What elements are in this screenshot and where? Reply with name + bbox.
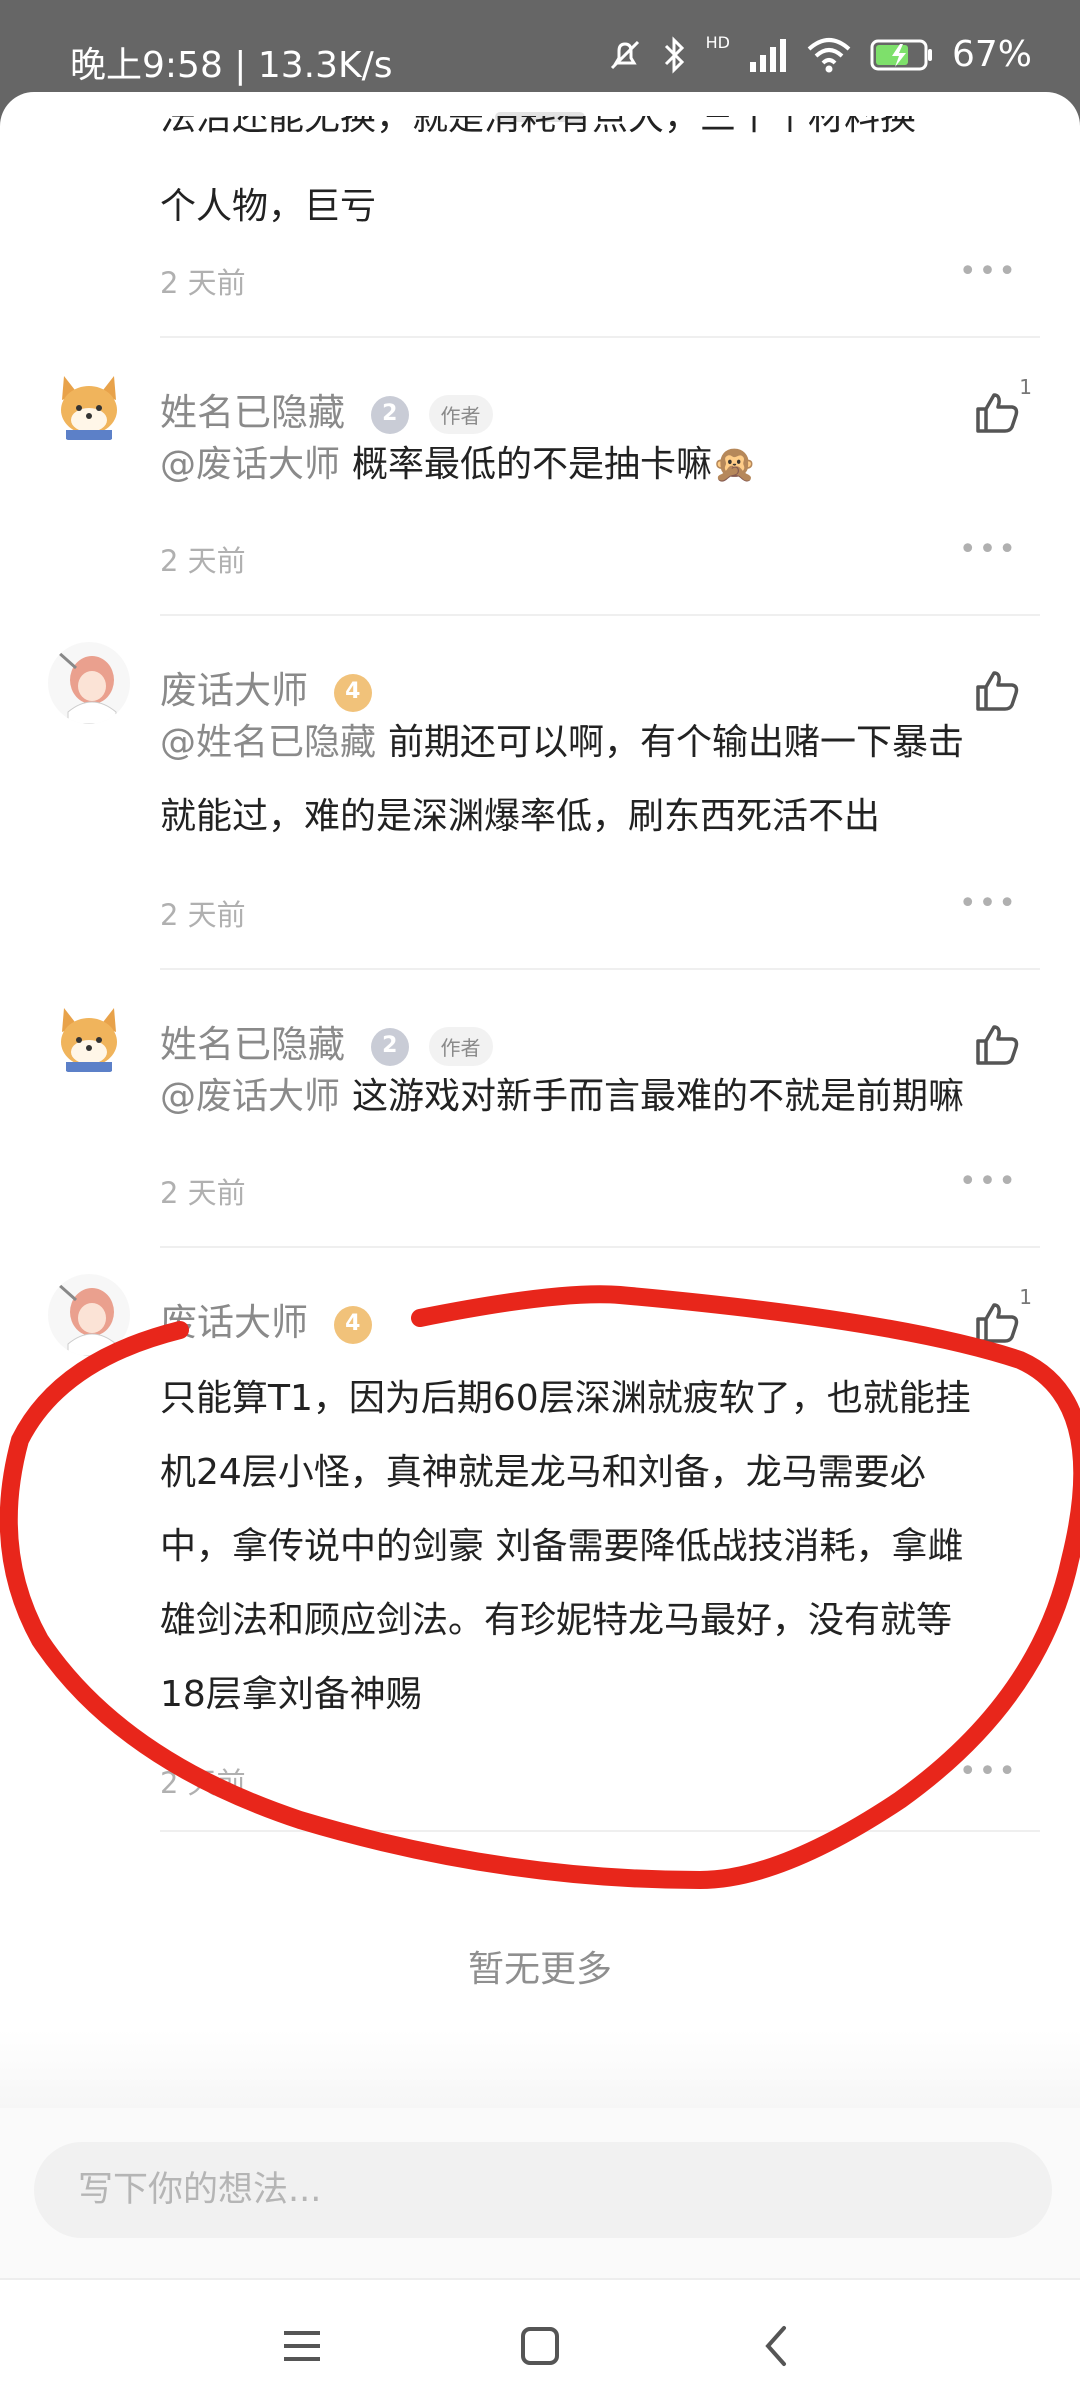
no-more-label: 暂无更多 bbox=[467, 1949, 612, 1990]
level-number: 4 bbox=[345, 1310, 361, 1336]
avatar-girl[interactable] bbox=[48, 1274, 130, 1356]
username-text[interactable]: 废话大师 bbox=[160, 1301, 308, 1344]
bluetooth-icon bbox=[664, 35, 684, 74]
comment-time: 2 天前 bbox=[160, 898, 246, 932]
partial-comment-text: 个人物，巨亏 bbox=[160, 186, 377, 227]
comment-input-bar bbox=[0, 2108, 1080, 2278]
battery-percent: 67% bbox=[951, 34, 1032, 75]
more-options-icon[interactable]: ••• bbox=[959, 886, 1018, 921]
level-number: 2 bbox=[382, 1032, 398, 1058]
system-nav-bar bbox=[0, 2278, 1080, 2402]
mention-link[interactable]: @姓名已隐藏 bbox=[160, 722, 376, 763]
level-badge-icon: 4 bbox=[333, 1305, 372, 1344]
more-options-icon[interactable]: ••• bbox=[959, 532, 1018, 567]
menu-icon[interactable] bbox=[272, 2316, 332, 2376]
comment-text: @废话大师 这游戏对新手而言最难的不就是前期嘛 bbox=[160, 1060, 1040, 1134]
avatar-girl[interactable] bbox=[48, 642, 130, 724]
comment-text: 只能算T1，因为后期60层深渊就疲软了，也就能挂 机24层小怪，真神就是龙马和刘… bbox=[160, 1362, 1040, 1732]
comment-body: 概率最低的不是抽卡嘛🙊 bbox=[352, 444, 757, 485]
status-icons: HD 67% bbox=[606, 33, 1032, 75]
mute-bell-icon bbox=[610, 40, 639, 69]
divider bbox=[160, 1246, 1040, 1248]
signal-icon bbox=[749, 38, 786, 72]
comment-input[interactable] bbox=[34, 2142, 1052, 2238]
shiba-avatar-icon bbox=[48, 996, 130, 1078]
comment-time: 2 天前 bbox=[160, 1176, 246, 1210]
comment-time: 2 天前 bbox=[160, 1766, 246, 1800]
comment-body: 这游戏对新手而言最难的不就是前期嘛 bbox=[352, 1076, 965, 1117]
comment-body-line: 只能算T1，因为后期60层深渊就疲软了，也就能挂 bbox=[160, 1378, 971, 1419]
wifi-icon bbox=[807, 37, 851, 72]
divider bbox=[160, 614, 1040, 616]
battery-icon bbox=[870, 39, 932, 70]
more-options-icon[interactable]: ••• bbox=[959, 1164, 1018, 1199]
like-count: 1 bbox=[1019, 375, 1032, 399]
comment-username[interactable]: 废话大师 4 bbox=[160, 1292, 372, 1346]
comment-body-line: 机24层小怪，真神就是龙马和刘备，龙马需要必 bbox=[160, 1452, 926, 1493]
divider bbox=[160, 1830, 1040, 1832]
anime-girl-avatar-icon bbox=[48, 1274, 130, 1356]
comment-body-line: 雄剑法和顾应剑法。有珍妮特龙马最好，没有就等 bbox=[160, 1600, 953, 1641]
avatar-shiba[interactable] bbox=[48, 364, 130, 446]
level-number: 2 bbox=[382, 400, 398, 426]
network-hd-label: HD bbox=[705, 33, 730, 52]
mention-link[interactable]: @废话大师 bbox=[160, 444, 340, 485]
divider bbox=[160, 336, 1040, 338]
home-icon[interactable] bbox=[510, 2316, 570, 2376]
level-number: 4 bbox=[345, 678, 361, 704]
comment-body-line: 中，拿传说中的剑豪 刘备需要降低战技消耗，拿雌 bbox=[160, 1526, 964, 1567]
partial-comment-cut-line: 法治还能无换，就是消耗有点大，三十个材料换 bbox=[160, 116, 917, 138]
avatar-shiba[interactable] bbox=[48, 996, 130, 1078]
divider bbox=[160, 968, 1040, 970]
anime-girl-avatar-icon bbox=[48, 642, 130, 724]
like-count: 1 bbox=[1019, 1285, 1032, 1309]
back-icon[interactable] bbox=[748, 2316, 808, 2376]
like-icon[interactable] bbox=[972, 1297, 1022, 1347]
partial-comment-clip: 法治还能无换，就是消耗有点大，三十个材料换 bbox=[160, 116, 1040, 142]
status-time-speed: 晚上9:58 | 13.3K/s bbox=[70, 45, 393, 86]
comment-body-line: 前期还可以啊，有个输出赌一下暴击 bbox=[388, 722, 965, 763]
comment-time: 2 天前 bbox=[160, 544, 246, 578]
comment-body-line: 就能过，难的是深渊爆率低，刷东西死活不出 bbox=[160, 796, 881, 837]
comment-body-line: 18层拿刘备神赐 bbox=[160, 1674, 422, 1715]
partial-comment-more-icon[interactable]: ••• bbox=[959, 254, 1018, 289]
partial-comment-time: 2 天前 bbox=[160, 266, 246, 300]
shiba-avatar-icon bbox=[48, 364, 130, 446]
list-bottom-fade bbox=[0, 2030, 1080, 2110]
more-options-icon[interactable]: ••• bbox=[959, 1754, 1018, 1789]
comment-text: @姓名已隐藏 前期还可以啊，有个输出赌一下暴击 就能过，难的是深渊爆率低，刷东西死… bbox=[160, 706, 1040, 854]
mention-link[interactable]: @废话大师 bbox=[160, 1076, 340, 1117]
comment-text: @废话大师 概率最低的不是抽卡嘛🙊 bbox=[160, 428, 1040, 502]
status-bar: 晚上9:58 | 13.3K/s HD 67% bbox=[0, 0, 1080, 90]
